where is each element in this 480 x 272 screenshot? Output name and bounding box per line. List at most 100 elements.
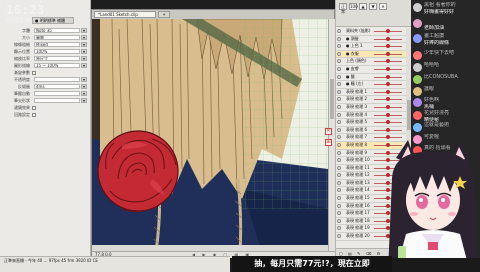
visibility-eye-icon[interactable] bbox=[337, 226, 341, 231]
visibility-eye-icon[interactable] bbox=[337, 104, 341, 109]
layer-opacity-slider[interactable] bbox=[374, 51, 402, 56]
layer-opacity-slider[interactable] bbox=[374, 74, 402, 79]
chat-username[interactable]: 比CONOSUBA bbox=[424, 74, 478, 81]
layer-opacity-slider[interactable] bbox=[374, 104, 402, 109]
scrollbar-thumb[interactable] bbox=[330, 79, 334, 119]
chat-username[interactable]: 哈哈哈 bbox=[424, 62, 478, 69]
visibility-eye-icon[interactable] bbox=[337, 59, 341, 64]
canvas-vertical-scrollbar[interactable] bbox=[328, 19, 335, 252]
dropdown-arrow-icon[interactable]: ▾ bbox=[81, 56, 87, 61]
move-down-button[interactable]: ▼ bbox=[369, 3, 377, 10]
visibility-eye-icon[interactable] bbox=[337, 44, 341, 49]
chat-avatar[interactable] bbox=[413, 3, 422, 12]
visibility-eye-icon[interactable] bbox=[337, 89, 341, 94]
layer-row[interactable]: ● 臉 bbox=[336, 74, 406, 82]
dropdown-arrow-icon[interactable]: ▾ bbox=[81, 42, 87, 47]
chat-avatar[interactable] bbox=[413, 51, 422, 60]
chat-avatar[interactable] bbox=[413, 34, 422, 43]
dropdown-arrow-icon[interactable]: ▾ bbox=[81, 84, 87, 89]
visibility-eye-icon[interactable] bbox=[337, 120, 341, 125]
property-value-field[interactable] bbox=[34, 77, 80, 82]
chat-avatar[interactable] bbox=[413, 98, 422, 107]
chat-username[interactable]: 少年快下去吧 bbox=[424, 50, 478, 57]
visibility-eye-icon[interactable] bbox=[337, 127, 341, 132]
layer-opacity-slider[interactable] bbox=[374, 112, 402, 117]
blend-mode-button[interactable]: 正常 bbox=[339, 3, 347, 14]
visibility-eye-icon[interactable] bbox=[337, 74, 341, 79]
visibility-eye-icon[interactable] bbox=[337, 29, 341, 33]
property-checkbox[interactable] bbox=[32, 106, 36, 110]
dropdown-arrow-icon[interactable]: ▾ bbox=[81, 91, 87, 96]
property-value-field[interactable]: 原尺寸 bbox=[34, 56, 80, 61]
visibility-eye-icon[interactable] bbox=[337, 234, 341, 239]
dropdown-arrow-icon[interactable]: ▾ bbox=[81, 28, 87, 33]
chat-avatar[interactable] bbox=[413, 75, 422, 84]
property-checkbox[interactable] bbox=[32, 113, 36, 117]
property-value-field[interactable]: Mixed bbox=[34, 42, 80, 47]
visibility-eye-icon[interactable] bbox=[337, 51, 341, 56]
layer-row[interactable]: 資料夾 (陰影) bbox=[336, 28, 406, 36]
chat-username[interactable]: 護眼 bbox=[424, 86, 478, 93]
visibility-eye-icon[interactable] bbox=[337, 36, 341, 41]
layer-row[interactable]: ● 瞳 (左) bbox=[336, 81, 406, 89]
layer-row[interactable]: 表現 紋理 4 bbox=[336, 112, 406, 120]
visibility-eye-icon[interactable] bbox=[337, 97, 341, 102]
layer-opacity-slider[interactable] bbox=[374, 36, 402, 41]
visibility-eye-icon[interactable] bbox=[337, 142, 341, 147]
dropdown-arrow-icon[interactable]: ▾ bbox=[81, 63, 87, 68]
close-icon[interactable]: ✕ bbox=[325, 128, 332, 135]
chat-username[interactable]: 好色啊 bbox=[424, 97, 478, 104]
dropdown-arrow-icon[interactable]: ▾ bbox=[81, 77, 87, 82]
property-value-field[interactable] bbox=[34, 91, 80, 96]
layer-opacity-slider[interactable] bbox=[374, 120, 402, 125]
opacity-button[interactable]: 100 bbox=[349, 3, 358, 10]
layer-opacity-slider[interactable] bbox=[374, 97, 402, 102]
layer-row[interactable]: 表現 紋理 1 bbox=[336, 89, 406, 97]
visibility-eye-icon[interactable] bbox=[337, 203, 341, 208]
property-tab[interactable]: ● 明朝標準 補體 bbox=[32, 17, 74, 24]
layer-opacity-slider[interactable] bbox=[374, 66, 402, 71]
visibility-eye-icon[interactable] bbox=[337, 173, 341, 178]
visibility-eye-icon[interactable] bbox=[337, 158, 341, 163]
chat-avatar[interactable] bbox=[413, 123, 422, 132]
visibility-eye-icon[interactable] bbox=[337, 150, 341, 155]
chat-avatar[interactable] bbox=[413, 19, 422, 28]
visibility-eye-icon[interactable] bbox=[337, 82, 341, 87]
chat-avatar[interactable] bbox=[413, 87, 422, 96]
layer-opacity-slider[interactable] bbox=[374, 59, 402, 64]
delete-layer-button[interactable]: ✕ bbox=[379, 3, 387, 10]
property-checkbox[interactable] bbox=[32, 71, 36, 75]
visibility-eye-icon[interactable] bbox=[337, 211, 341, 216]
chat-username[interactable]: 花兒好漂亮 bbox=[424, 110, 478, 117]
chat-username[interactable] bbox=[424, 18, 478, 25]
property-value-field[interactable]: Noto 35 bbox=[34, 28, 80, 33]
chat-username[interactable]: 畫工超讚 bbox=[424, 33, 478, 40]
layer-row[interactable]: 表現 紋理 3 bbox=[336, 104, 406, 112]
property-value-field[interactable]: 圖層 bbox=[34, 35, 80, 40]
chat-username[interactable]: 這就是藝術 bbox=[424, 122, 478, 129]
layer-row[interactable]: ● 頭髮 bbox=[336, 36, 406, 44]
visibility-eye-icon[interactable] bbox=[337, 165, 341, 170]
visibility-eye-icon[interactable] bbox=[337, 188, 341, 193]
visibility-eye-icon[interactable] bbox=[337, 196, 341, 201]
layer-row[interactable]: ● 衣服 bbox=[336, 50, 406, 59]
dropdown-arrow-icon[interactable]: ▾ bbox=[81, 35, 87, 40]
layer-row[interactable]: 表現 紋理 5 bbox=[336, 119, 406, 127]
new-tab-button[interactable]: + bbox=[158, 11, 170, 18]
visibility-eye-icon[interactable] bbox=[337, 218, 341, 223]
layer-opacity-slider[interactable] bbox=[374, 127, 402, 132]
chat-avatar[interactable] bbox=[413, 111, 422, 120]
layer-opacity-slider[interactable] bbox=[374, 29, 402, 33]
visibility-eye-icon[interactable] bbox=[337, 180, 341, 185]
layer-opacity-slider[interactable] bbox=[374, 82, 402, 87]
move-up-button[interactable]: ▲ bbox=[359, 3, 367, 10]
dropdown-arrow-icon[interactable]: ▾ bbox=[81, 98, 87, 103]
layer-opacity-slider[interactable] bbox=[374, 89, 402, 94]
visibility-eye-icon[interactable] bbox=[337, 66, 341, 71]
link-icon[interactable]: ⊞ bbox=[325, 139, 332, 146]
layer-opacity-slider[interactable] bbox=[374, 44, 402, 49]
artwork-canvas[interactable] bbox=[92, 19, 328, 252]
layer-row[interactable]: 表現 紋理 2 bbox=[336, 96, 406, 104]
dropdown-arrow-icon[interactable]: ▾ bbox=[81, 49, 87, 54]
property-value-field[interactable] bbox=[34, 98, 80, 103]
